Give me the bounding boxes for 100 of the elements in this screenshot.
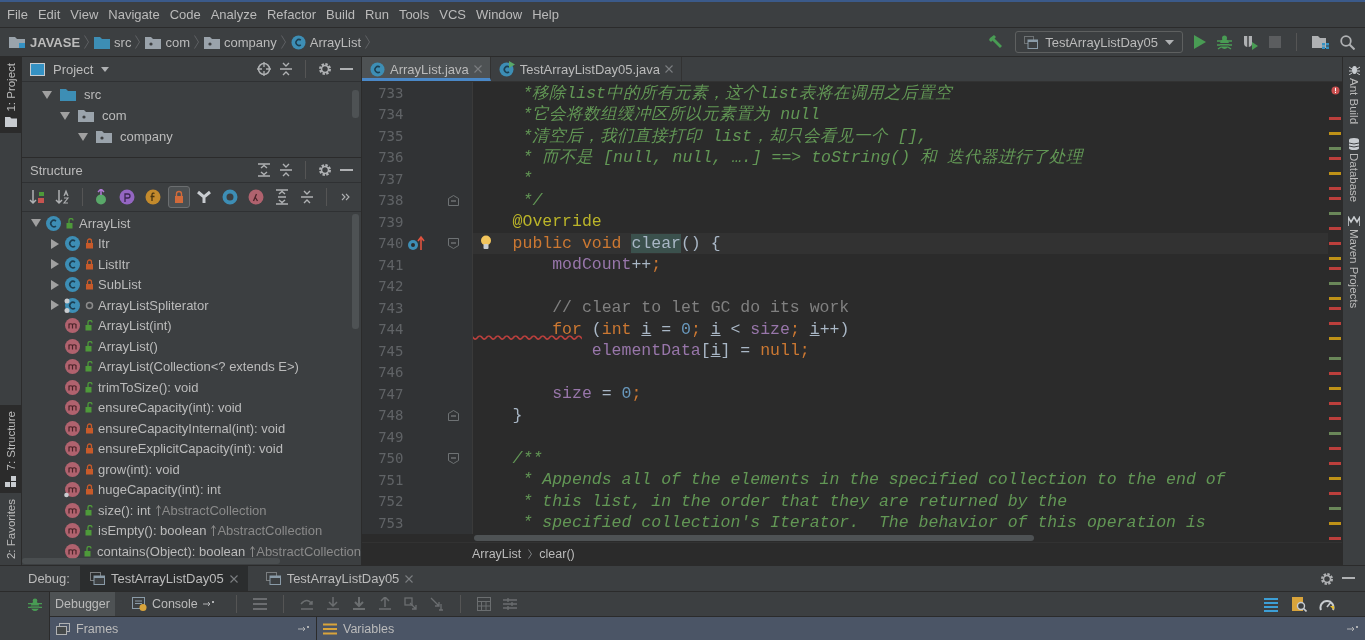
tree-item[interactable]: src [84,87,102,102]
tool-window-tab[interactable]: 1: Project [0,57,21,133]
structure-item[interactable]: size(): int [98,502,151,518]
lightbulb-icon[interactable] [480,234,492,250]
settings-icon[interactable] [1320,571,1334,586]
structure-item[interactable]: contains(Object): boolean [97,543,246,559]
minimize-icon[interactable] [340,168,353,172]
structure-item[interactable]: ensureExplicitCapacity(int): void [98,441,283,457]
settings-icon[interactable] [318,163,332,177]
breadcrumb-item[interactable]: src [114,34,132,50]
expanded-arrow-icon[interactable] [60,110,70,121]
collapsed-arrow-icon[interactable] [49,238,60,249]
structure-item[interactable]: isEmpty(): boolean [98,523,207,539]
error-indicator-icon[interactable] [1330,86,1340,95]
panel-title[interactable]: Project [53,61,94,77]
menu-item[interactable]: Edit [32,7,66,22]
structure-item[interactable]: grow(int): void [98,461,180,477]
step-over-icon[interactable] [299,597,314,611]
bug-icon[interactable] [1217,34,1232,50]
structure-item[interactable]: trimToSize(): void [98,379,199,395]
breadcrumb-item[interactable]: clear() [539,547,575,561]
menu-item[interactable]: Navigate [103,7,165,22]
structure-item[interactable]: Itr [98,236,110,252]
debug-view-tab[interactable]: Debugger [50,592,115,616]
document-search-icon[interactable] [1291,596,1307,612]
menu-item[interactable]: View [65,7,104,22]
menu-item[interactable]: Tools [393,7,435,22]
expanded-arrow-icon[interactable] [78,131,88,142]
menu-item[interactable]: Analyze [205,7,262,22]
menu-item[interactable]: Refactor [261,7,322,22]
run-to-cursor-icon[interactable] [429,597,444,611]
menu-item[interactable]: VCS [434,7,471,22]
structure-item[interactable]: ArrayList() [98,338,158,354]
collapse-all-icon[interactable] [279,163,293,177]
tree-item[interactable]: com [102,108,127,123]
structure-item[interactable]: ensureCapacity(int): void [98,400,242,416]
structure-item[interactable]: ensureCapacityInternal(int): void [98,420,286,436]
breadcrumb-item[interactable]: JAVASE [30,34,81,50]
force-step-into-icon[interactable] [351,597,366,611]
structure-item[interactable]: ArrayList [79,215,131,231]
editor-tab[interactable]: ArrayList.java [362,57,491,81]
minimize-icon[interactable] [1342,577,1355,580]
breadcrumb-item[interactable]: ArrayList [309,34,362,50]
trace-icon[interactable] [502,597,517,611]
structure-item[interactable]: ArrayList(int) [98,318,172,334]
bug-icon[interactable] [28,598,42,612]
run-configuration-dropdown[interactable]: TestArrayListDay05 [1015,31,1183,53]
tool-window-tab[interactable]: Maven Projects [1343,216,1365,309]
settings-icon[interactable] [318,62,332,76]
editor-tab[interactable]: TestArrayListDay05.java [490,57,682,81]
fold-icon[interactable] [447,452,459,464]
menu-item[interactable]: Window [470,7,528,22]
expand-all-icon[interactable] [257,163,271,177]
hammer-icon[interactable] [988,34,1005,50]
close-icon[interactable] [405,574,414,583]
run-icon[interactable] [1194,35,1206,49]
calculator-icon[interactable] [476,597,491,611]
close-icon[interactable] [664,65,673,73]
structure-item[interactable]: ArrayList(Collection<? extends E>) [98,359,299,375]
tool-window-tab[interactable]: 2: Favorites [0,492,21,565]
structure-item[interactable]: ListItr [98,256,130,272]
collapsed-arrow-icon[interactable] [49,279,60,290]
fold-icon[interactable] [447,237,459,249]
project-structure-icon[interactable] [1312,35,1329,49]
menu-item[interactable]: Code [164,7,206,22]
debug-session-tab[interactable]: TestArrayListDay05 [79,566,248,591]
close-icon[interactable] [229,574,238,583]
expanded-arrow-icon[interactable] [42,89,52,100]
tree-item[interactable]: company [120,129,173,144]
breadcrumb-item[interactable]: company [224,34,277,50]
menu-item[interactable]: File [2,7,33,22]
search-icon[interactable] [1340,34,1355,50]
collapsed-arrow-icon[interactable] [49,300,60,311]
scrollbar[interactable] [22,558,280,564]
tool-window-tab[interactable]: Ant Build [1343,63,1365,125]
tool-window-tab[interactable]: Database [1343,138,1365,203]
stack-icon[interactable] [1263,596,1279,612]
structure-item[interactable]: SubList [98,277,142,293]
expanded-arrow-icon[interactable] [30,218,41,229]
structure-toolbar-button[interactable] [167,186,190,208]
step-out-icon[interactable] [377,597,392,611]
collapsed-arrow-icon[interactable] [49,259,60,270]
debug-session-tab[interactable]: TestArrayListDay05 [255,566,424,591]
crosshair-icon[interactable] [257,62,271,76]
structure-item[interactable]: hugeCapacity(int): int [98,482,221,498]
coverage-icon[interactable] [1243,34,1258,50]
drop-frame-icon[interactable] [403,597,418,611]
minimize-icon[interactable] [340,67,353,71]
overrides-method-icon[interactable] [407,235,426,252]
list-icon[interactable] [252,598,267,610]
fold-icon[interactable] [447,409,459,421]
collapse-all-icon[interactable] [279,62,293,76]
scrollbar[interactable] [474,534,1034,541]
dropdown-caret-icon[interactable] [101,66,110,72]
tool-window-tab[interactable]: 7: Structure [0,405,21,493]
fold-icon[interactable] [447,194,459,206]
menu-item[interactable]: Run [360,7,394,22]
pin-icon[interactable] [298,624,310,633]
step-into-icon[interactable] [325,597,340,611]
breadcrumb-item[interactable]: ArrayList [472,547,522,561]
